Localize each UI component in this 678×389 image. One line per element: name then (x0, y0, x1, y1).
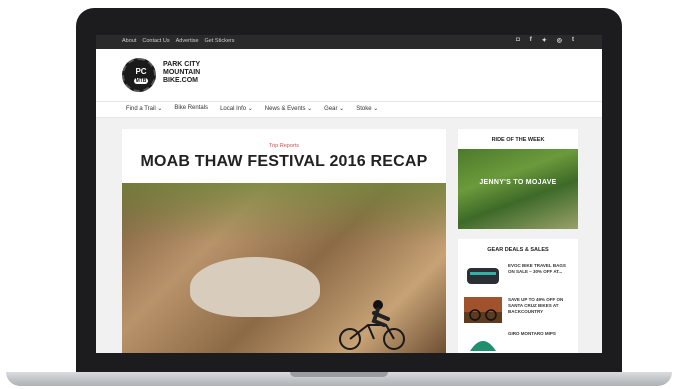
facebook-icon[interactable]: f (530, 37, 532, 44)
deal-item[interactable]: SAVE UP TO 49% OFF ON SANTA CRUZ BIKES A… (458, 293, 578, 327)
hero-foliage (122, 183, 446, 243)
logo-badge-text: PC MTB (129, 68, 153, 84)
bike-bag-thumbnail (464, 263, 502, 289)
tumblr-icon[interactable]: t (572, 37, 574, 44)
nav-find-trail[interactable]: Find a Trail ⌄ (126, 105, 162, 112)
rider-image (339, 300, 405, 350)
deal-text[interactable]: GIRO MONTARO MIPS (508, 331, 556, 337)
nav-stoke[interactable]: Stoke ⌄ (356, 105, 378, 112)
logo-pc: PC (135, 67, 147, 76)
deal-item[interactable]: EVOC BIKE TRAVEL BAGS ON SALE – 30% OFF … (458, 259, 578, 293)
laptop-notch (290, 372, 388, 377)
deal-item[interactable]: GIRO MONTARO MIPS (458, 327, 578, 353)
instagram-icon[interactable]: ◘ (516, 37, 520, 44)
nav-items: Find a Trail ⌄ Bike Rentals Local Info ⌄… (126, 105, 378, 112)
deal-text[interactable]: EVOC BIKE TRAVEL BAGS ON SALE – 30% OFF … (508, 263, 572, 275)
gear-deals-widget: GEAR DEALS & SALES EVOC BIKE TRAVEL BAGS… (458, 239, 578, 353)
main-nav: Find a Trail ⌄ Bike Rentals Local Info ⌄… (96, 101, 602, 118)
article-title[interactable]: MOAB THAW FESTIVAL 2016 RECAP (122, 153, 446, 171)
top-links: About Contact Us Advertise Get Stickers (122, 38, 234, 44)
logo-line-2: MOUNTAIN (163, 69, 201, 76)
ride-of-week-image[interactable]: JENNY'S TO MOJAVE (458, 149, 578, 229)
top-link-contact[interactable]: Contact Us (142, 38, 169, 44)
top-link-advertise[interactable]: Advertise (176, 38, 199, 44)
twitter-icon[interactable]: ✦ (542, 37, 547, 44)
santa-cruz-bike-thumbnail (464, 297, 502, 323)
logo-mtb: MTB (133, 78, 149, 84)
logo-line-3: BIKE.COM (163, 77, 198, 84)
top-link-stickers[interactable]: Get Stickers (205, 38, 235, 44)
hero-image[interactable] (122, 183, 446, 353)
ride-of-week-title: RIDE OF THE WEEK (491, 137, 545, 143)
ride-of-week-widget: RIDE OF THE WEEK JENNY'S TO MOJAVE (458, 129, 578, 229)
nav-gear[interactable]: Gear ⌄ (324, 105, 344, 112)
social-links: ◘ f ✦ ◎ t (516, 37, 574, 44)
top-link-about[interactable]: About (122, 38, 136, 44)
top-bar: About Contact Us Advertise Get Stickers … (96, 35, 602, 49)
article-category[interactable]: Trip Reports (122, 143, 446, 149)
sidebar: RIDE OF THE WEEK JENNY'S TO MOJAVE GEAR … (458, 129, 578, 353)
ride-of-week-caption[interactable]: JENNY'S TO MOJAVE (458, 179, 578, 186)
nav-local-info[interactable]: Local Info ⌄ (220, 105, 253, 112)
gear-deals-title: GEAR DEALS & SALES (487, 247, 549, 253)
hero-rock (190, 257, 320, 317)
nav-bike-rentals[interactable]: Bike Rentals (174, 105, 208, 112)
nav-news-events[interactable]: News & Events ⌄ (265, 105, 312, 112)
logo-line-1: PARK CITY (163, 61, 201, 68)
article-card: Trip Reports MOAB THAW FESTIVAL 2016 REC… (122, 129, 446, 353)
logo-badge[interactable]: PC MTB (122, 58, 156, 92)
helmet-thumbnail (464, 331, 502, 353)
logo-wordmark[interactable]: PARK CITY MOUNTAIN BIKE.COM (163, 61, 223, 85)
deal-text[interactable]: SAVE UP TO 49% OFF ON SANTA CRUZ BIKES A… (508, 297, 572, 315)
browser-screen: About Contact Us Advertise Get Stickers … (96, 35, 602, 353)
site-header: PC MTB PARK CITY MOUNTAIN BIKE.COM (96, 49, 602, 101)
pinterest-icon[interactable]: ◎ (557, 37, 562, 44)
